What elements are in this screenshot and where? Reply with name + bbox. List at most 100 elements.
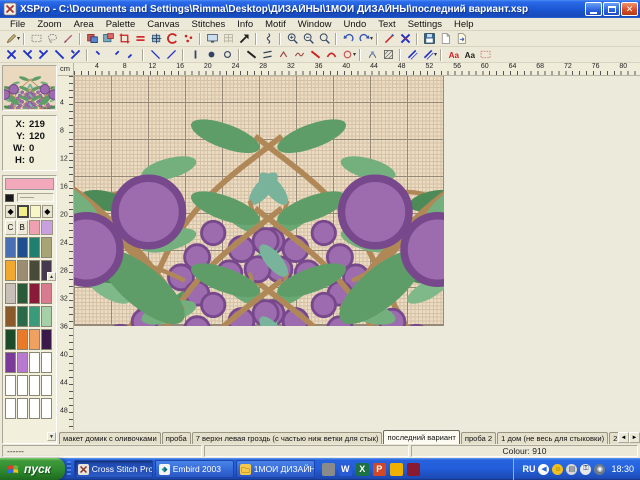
- picasa-icon[interactable]: [390, 463, 403, 476]
- zoom-in-button[interactable]: [284, 32, 300, 46]
- lasso-select-tool[interactable]: [44, 32, 60, 46]
- special-stitch-line[interactable]: [243, 48, 259, 62]
- palette-swatch[interactable]: [29, 329, 40, 350]
- selection-frame-tool[interactable]: [477, 48, 493, 62]
- task-button-embird[interactable]: Embird 2003: [155, 460, 234, 478]
- pointer-button[interactable]: [236, 32, 252, 46]
- palette-swatch[interactable]: [17, 375, 28, 396]
- backstitch-left[interactable]: [147, 48, 163, 62]
- menu-item-stitches[interactable]: Stitches: [185, 19, 231, 30]
- backstitch-right[interactable]: [163, 48, 179, 62]
- palette-swatch[interactable]: [29, 306, 40, 327]
- b-button[interactable]: B: [17, 220, 28, 235]
- motif-copy-button[interactable]: [100, 32, 116, 46]
- palette-swatch[interactable]: [17, 352, 28, 373]
- zoom-reset-button[interactable]: [316, 32, 332, 46]
- black-color-chip[interactable]: [5, 194, 14, 202]
- view-mode-button[interactable]: [204, 32, 220, 46]
- palette-swatch[interactable]: [5, 352, 16, 373]
- palette-swatch[interactable]: [29, 220, 41, 235]
- word-icon[interactable]: W: [339, 463, 352, 476]
- palette-swatch[interactable]: [29, 283, 40, 304]
- palette-swatch[interactable]: [5, 283, 16, 304]
- palette-special-swatch[interactable]: ◆: [5, 205, 16, 218]
- menu-item-palette[interactable]: Palette: [100, 19, 142, 30]
- color-pen-button[interactable]: [381, 32, 397, 46]
- pattern-tab[interactable]: последний вариант: [383, 430, 459, 444]
- new-page-button[interactable]: [437, 32, 453, 46]
- hatch-fill-tool[interactable]: [380, 48, 396, 62]
- special-stitch-caret[interactable]: [275, 48, 291, 62]
- needle-tool[interactable]: [404, 48, 420, 62]
- palette-swatch[interactable]: [5, 306, 16, 327]
- full-cross-stitch[interactable]: [3, 48, 19, 62]
- palette-special-swatch[interactable]: [17, 205, 28, 218]
- palette-swatch[interactable]: [29, 260, 40, 281]
- palette-swatch[interactable]: [17, 329, 28, 350]
- palette-special-swatch[interactable]: ◆: [42, 205, 53, 218]
- pattern-preview[interactable]: [2, 65, 57, 111]
- rotate-button[interactable]: [164, 32, 180, 46]
- security-icon[interactable]: ⚿: [580, 464, 591, 475]
- motif-paste-button[interactable]: [84, 32, 100, 46]
- palette-swatch[interactable]: [5, 237, 16, 258]
- dropdown-arrow-icon[interactable]: ▾: [434, 51, 437, 58]
- powerpoint-icon[interactable]: P: [373, 463, 386, 476]
- messenger-icon[interactable]: ☺: [552, 464, 563, 475]
- menu-item-info[interactable]: Info: [231, 19, 259, 30]
- menu-item-window[interactable]: Window: [292, 19, 338, 30]
- c-button[interactable]: C: [5, 220, 16, 235]
- special-stitch-red[interactable]: [307, 48, 323, 62]
- maximize-button[interactable]: [603, 2, 620, 16]
- knot-bar-stitch[interactable]: [187, 48, 203, 62]
- palette-swatch[interactable]: [17, 306, 28, 327]
- palette-swatch[interactable]: [41, 237, 52, 258]
- menu-item-settings[interactable]: Settings: [402, 19, 448, 30]
- thread-button[interactable]: [260, 32, 276, 46]
- motif-pick-button[interactable]: [148, 32, 164, 46]
- pattern-tab[interactable]: проба 2: [461, 432, 496, 444]
- task-button-folder[interactable]: 1МОИ ДИЗАЙНЫ: [236, 460, 315, 478]
- menu-item-text[interactable]: Text: [372, 19, 401, 30]
- palette-swatch[interactable]: [5, 260, 16, 281]
- pattern-tab[interactable]: макет домик с оливочками: [59, 432, 161, 444]
- french-knot-filled[interactable]: [203, 48, 219, 62]
- half-stitch-b[interactable]: [67, 48, 83, 62]
- palette-scrollbar[interactable]: ▲ ▼: [47, 272, 56, 441]
- current-thread-color[interactable]: [5, 178, 54, 190]
- thread-note-field[interactable]: -------: [17, 193, 54, 202]
- palette-swatch[interactable]: [29, 375, 40, 396]
- menu-item-undo[interactable]: Undo: [338, 19, 373, 30]
- scroll-up-arrow[interactable]: ▲: [47, 272, 56, 281]
- menu-item-motif[interactable]: Motif: [259, 19, 292, 30]
- quarter-stitch-c[interactable]: [123, 48, 139, 62]
- palette-special-swatch[interactable]: [30, 205, 41, 218]
- fade-grid-button[interactable]: [220, 32, 236, 46]
- curve-stitch[interactable]: [323, 48, 339, 62]
- palette-swatch[interactable]: [5, 329, 16, 350]
- pattern-tab[interactable]: 1 дом (не весь для стыковки): [497, 432, 608, 444]
- palette-swatch[interactable]: [17, 398, 28, 419]
- bead-tool[interactable]: [364, 48, 380, 62]
- media-icon[interactable]: [407, 463, 420, 476]
- menu-item-zoom[interactable]: Zoom: [31, 19, 67, 30]
- dropdown-arrow-icon[interactable]: ▾: [370, 35, 373, 42]
- palette-swatch[interactable]: [17, 237, 28, 258]
- save-button[interactable]: [421, 32, 437, 46]
- quarter-stitch-a[interactable]: [91, 48, 107, 62]
- palette-swatch[interactable]: [41, 220, 53, 235]
- cut-button[interactable]: [397, 32, 413, 46]
- scatter-button[interactable]: [180, 32, 196, 46]
- exchange-button[interactable]: [132, 32, 148, 46]
- three-quarter-stitch-b[interactable]: [35, 48, 51, 62]
- minimize-button[interactable]: [585, 2, 602, 16]
- palette-swatch[interactable]: [17, 283, 28, 304]
- three-quarter-stitch-a[interactable]: [19, 48, 35, 62]
- scroll-down-arrow[interactable]: ▼: [47, 432, 56, 441]
- app-gray-icon[interactable]: [322, 463, 335, 476]
- export-button[interactable]: [453, 32, 469, 46]
- palette-swatch[interactable]: [17, 260, 28, 281]
- language-indicator[interactable]: RU: [522, 464, 535, 474]
- dropdown-arrow-icon[interactable]: ▾: [353, 51, 356, 58]
- french-knot-open[interactable]: [219, 48, 235, 62]
